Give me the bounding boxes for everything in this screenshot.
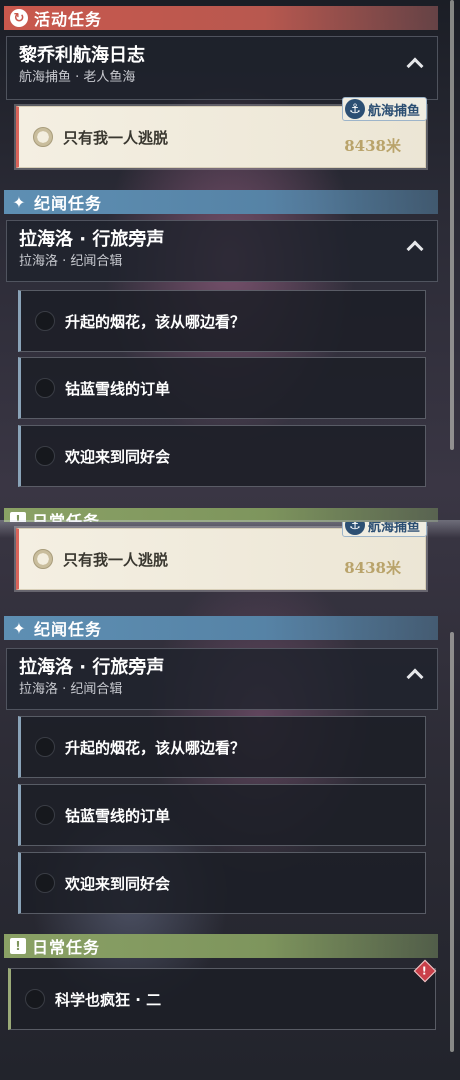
category-label: 纪闻任务 [34, 194, 103, 213]
category-label: 日常任务 [32, 938, 101, 957]
quest-radio[interactable] [25, 989, 45, 1009]
quest-radio[interactable] [35, 311, 55, 331]
quest-name: 科学也疯狂 · 二 [55, 990, 162, 1009]
quest-item[interactable]: 欢迎来到同好会 [18, 852, 426, 914]
quest-item[interactable]: 升起的烟花，该从哪边看？ [18, 290, 426, 352]
quest-name: 钴蓝雪线的订单 [65, 806, 171, 825]
quest-radio[interactable] [35, 873, 55, 893]
quest-name: 欢迎来到同好会 [65, 447, 171, 466]
category-label: 活动任务 [34, 10, 103, 29]
chapter-lore[interactable]: 拉海洛 · 行旅旁声 拉海洛 · 纪闻合辑 [6, 220, 438, 282]
chapter-subtitle: 拉海洛 · 纪闻合辑 [19, 682, 123, 697]
quest-item[interactable]: 升起的烟花，该从哪边看？ [18, 716, 426, 778]
quest-radio[interactable] [35, 805, 55, 825]
quest-panel-top: ↻ 活动任务 黎乔利航海日志 航海捕鱼 · 老人鱼海 只有我一人逃脱 8438米… [0, 0, 460, 522]
refresh-icon: ↻ [10, 9, 28, 27]
chapter-title: 拉海洛 · 行旅旁声 [19, 657, 165, 678]
quest-tag: ⚓ 航海捕鱼 [341, 522, 427, 537]
quest-radio[interactable] [35, 378, 55, 398]
quest-radio[interactable] [35, 446, 55, 466]
quest-name: 欢迎来到同好会 [65, 874, 171, 893]
scrollbar[interactable] [450, 632, 454, 1052]
anchor-icon: ⚓ [344, 99, 365, 119]
sparkle-icon: ✦ [12, 192, 26, 212]
chapter-subtitle: 拉海洛 · 纪闻合辑 [19, 254, 123, 269]
chapter-subtitle: 航海捕鱼 · 老人鱼海 [19, 70, 136, 85]
quest-distance: 8438米 [344, 559, 401, 577]
quest-tag: ⚓ 航海捕鱼 [341, 97, 427, 121]
quest-item[interactable]: 钴蓝雪线的订单 [18, 784, 426, 846]
quest-item[interactable]: 欢迎来到同好会 [18, 425, 426, 487]
quest-radio[interactable] [33, 127, 53, 147]
quest-item[interactable]: 钴蓝雪线的订单 [18, 357, 426, 419]
category-header-daily: ! 日常任务 [4, 934, 438, 958]
quest-item-daily[interactable]: 科学也疯狂 · 二 ! [8, 959, 437, 1030]
category-label: 纪闻任务 [34, 620, 103, 639]
chapter-activity[interactable]: 黎乔利航海日志 航海捕鱼 · 老人鱼海 [6, 36, 438, 100]
quest-name: 钴蓝雪线的订单 [65, 379, 171, 398]
chapter-title: 黎乔利航海日志 [19, 45, 145, 66]
category-header-lore: ✦ 纪闻任务 [4, 616, 438, 640]
quest-item-active[interactable]: 只有我一人逃脱 8438米 ⚓ 航海捕鱼 [16, 97, 427, 168]
quest-radio[interactable] [35, 737, 55, 757]
quest-name: 只有我一人逃脱 [63, 128, 169, 147]
category-header-lore: ✦ 纪闻任务 [4, 190, 438, 214]
category-header-activity: ↻ 活动任务 [4, 6, 438, 30]
quest-item-active[interactable]: 只有我一人逃脱 8438米 ⚓ 航海捕鱼 [16, 522, 427, 590]
tag-label: 航海捕鱼 [367, 522, 420, 535]
quest-radio[interactable] [33, 549, 53, 569]
chapter-title: 拉海洛 · 行旅旁声 [19, 229, 165, 250]
tag-label: 航海捕鱼 [367, 103, 420, 119]
quest-name: 升起的烟花，该从哪边看？ [65, 738, 246, 757]
exclamation-square-icon: ! [10, 938, 26, 954]
quest-panel-bottom: 只有我一人逃脱 8438米 ⚓ 航海捕鱼 ✦ 纪闻任务 拉海洛 · 行旅旁声 拉… [0, 522, 460, 1080]
chapter-lore[interactable]: 拉海洛 · 行旅旁声 拉海洛 · 纪闻合辑 [6, 648, 438, 710]
scrollbar[interactable] [450, 0, 454, 450]
quest-distance: 8438米 [344, 137, 401, 155]
anchor-icon: ⚓ [344, 522, 365, 535]
quest-name: 升起的烟花，该从哪边看？ [65, 312, 246, 331]
quest-name: 只有我一人逃脱 [63, 550, 169, 569]
sparkle-icon: ✦ [12, 618, 26, 638]
alert-diamond-icon: ! [413, 959, 437, 983]
